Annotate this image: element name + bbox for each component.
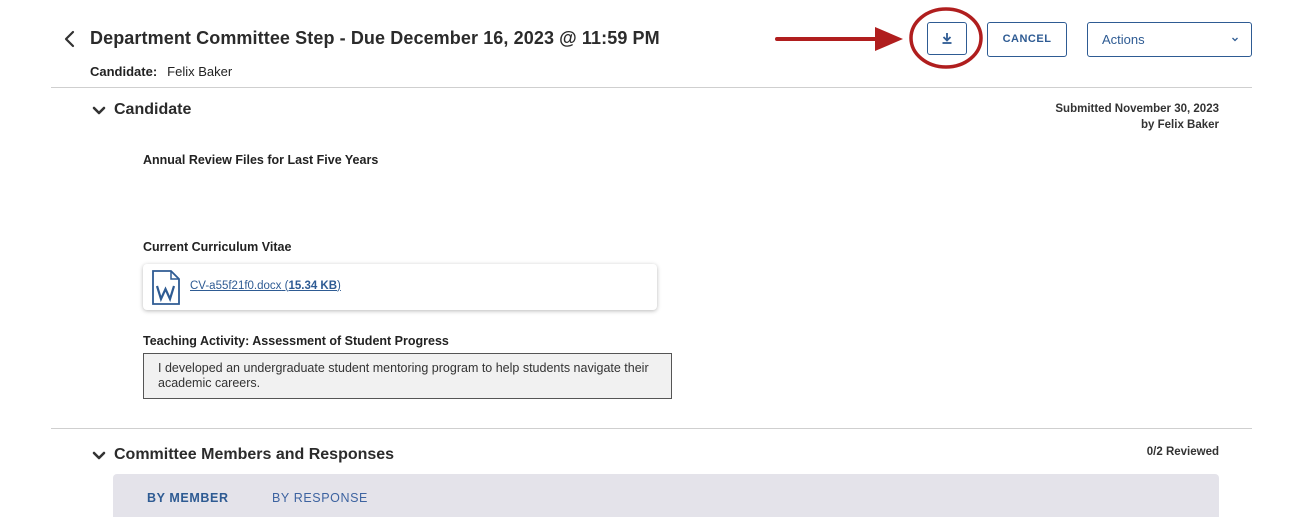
cv-file-size: 15.34 KB bbox=[288, 280, 338, 292]
cv-file-link[interactable]: CV-a55f21f0.docx (15.34 KB) bbox=[190, 280, 341, 292]
submitted-date: Submitted November 30, 2023 bbox=[1055, 103, 1219, 115]
annotation-arrow bbox=[775, 27, 903, 51]
teaching-response: I developed an undergraduate student men… bbox=[143, 353, 672, 399]
chevron-down-icon bbox=[1231, 23, 1239, 70]
submitted-info: Submitted November 30, 2023 by Felix Bak… bbox=[1055, 101, 1219, 133]
submitted-by: by Felix Baker bbox=[1141, 119, 1219, 131]
teaching-label: Teaching Activity: Assessment of Student… bbox=[143, 334, 449, 348]
tab-by-member[interactable]: BY MEMBER bbox=[147, 491, 229, 505]
candidate-label: Candidate: bbox=[90, 64, 158, 79]
actions-label: Actions bbox=[1102, 32, 1145, 47]
page-title: Department Committee Step - Due December… bbox=[90, 28, 660, 48]
tab-by-response[interactable]: BY RESPONSE bbox=[272, 491, 368, 505]
cv-file-name[interactable]: CV-a55f21f0.docx bbox=[190, 280, 281, 292]
annual-review-label: Annual Review Files for Last Five Years bbox=[143, 153, 379, 167]
chevron-down-icon bbox=[92, 106, 106, 115]
cv-file-card: CV-a55f21f0.docx (15.34 KB) bbox=[143, 264, 657, 310]
word-document-icon bbox=[152, 270, 180, 305]
candidate-name: Felix Baker bbox=[167, 64, 233, 79]
committee-tabs: BY MEMBER BY RESPONSE bbox=[113, 474, 1219, 517]
back-button[interactable] bbox=[60, 28, 80, 50]
candidate-info: Candidate: Felix Baker bbox=[90, 64, 232, 79]
cancel-button[interactable]: CANCEL bbox=[987, 22, 1067, 57]
chevron-left-icon bbox=[64, 30, 75, 48]
candidate-section-title: Candidate bbox=[114, 101, 192, 118]
chevron-down-icon bbox=[92, 451, 106, 460]
reviewed-status: 0/2 Reviewed bbox=[1146, 446, 1219, 458]
cv-label: Current Curriculum Vitae bbox=[143, 240, 292, 254]
header-divider bbox=[51, 87, 1252, 88]
section-divider bbox=[51, 428, 1252, 429]
download-button[interactable] bbox=[927, 22, 967, 55]
download-icon bbox=[942, 33, 952, 44]
committee-section-title: Committee Members and Responses bbox=[114, 446, 395, 463]
actions-dropdown[interactable]: Actions bbox=[1087, 22, 1252, 57]
